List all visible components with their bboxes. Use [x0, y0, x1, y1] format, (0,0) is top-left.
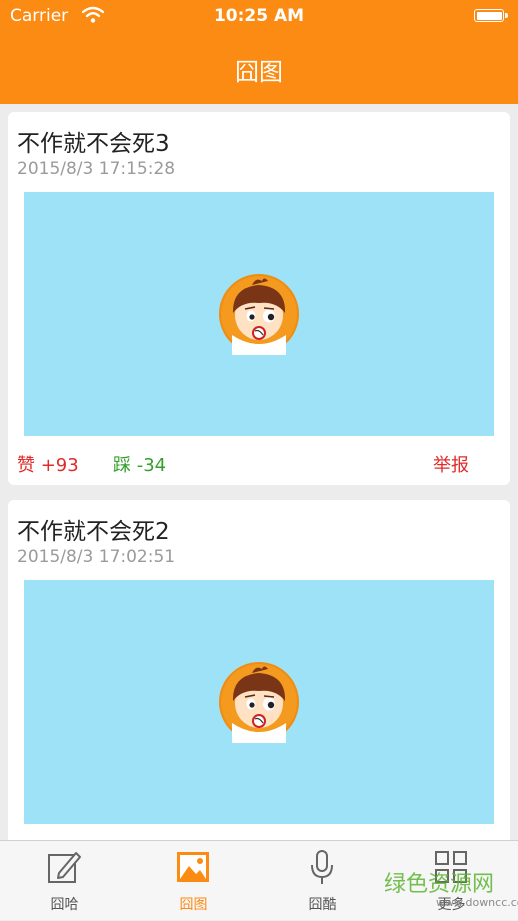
nav-bar: 囧图	[0, 34, 518, 104]
cartoon-face-icon	[219, 274, 299, 355]
tab-jiongku[interactable]: 囧酷	[258, 841, 387, 921]
microphone-icon	[311, 850, 333, 884]
like-button[interactable]: 赞 +93	[17, 451, 79, 477]
report-button[interactable]: 举报	[433, 451, 469, 477]
edit-icon	[48, 852, 81, 883]
post-card[interactable]: 不作就不会死2 2015/8/3 17:02:51	[8, 500, 510, 840]
tab-jiongtu[interactable]: 囧图	[129, 841, 258, 921]
tab-label: 囧酷	[308, 897, 337, 913]
post-image[interactable]	[24, 192, 494, 436]
tab-label: 囧哈	[50, 897, 79, 913]
post-title: 不作就不会死3	[17, 131, 170, 157]
tab-jiongha[interactable]: 囧哈	[0, 841, 129, 921]
tab-label: 囧图	[179, 897, 208, 913]
dislike-button[interactable]: 踩 -34	[113, 451, 166, 477]
status-bar: Carrier 10:25 AM	[0, 0, 518, 34]
image-icon	[177, 852, 209, 882]
page-title: 囧图	[235, 57, 283, 86]
post-date: 2015/8/3 17:02:51	[17, 547, 176, 567]
post-card[interactable]: 不作就不会死3 2015/8/3 17:15:28 赞 +93 踩 -34 举报	[8, 112, 510, 485]
watermark-text: 绿色资源网	[384, 872, 495, 897]
post-feed[interactable]: 不作就不会死3 2015/8/3 17:15:28 赞 +93 踩 -34 举报…	[0, 104, 518, 840]
cartoon-face-icon	[219, 662, 299, 743]
post-date: 2015/8/3 17:15:28	[17, 159, 176, 179]
post-image[interactable]	[24, 580, 494, 824]
post-title: 不作就不会死2	[17, 519, 170, 545]
battery-icon	[474, 9, 508, 22]
status-time: 10:25 AM	[213, 6, 305, 26]
watermark-url: www.downcc.com	[436, 896, 518, 909]
